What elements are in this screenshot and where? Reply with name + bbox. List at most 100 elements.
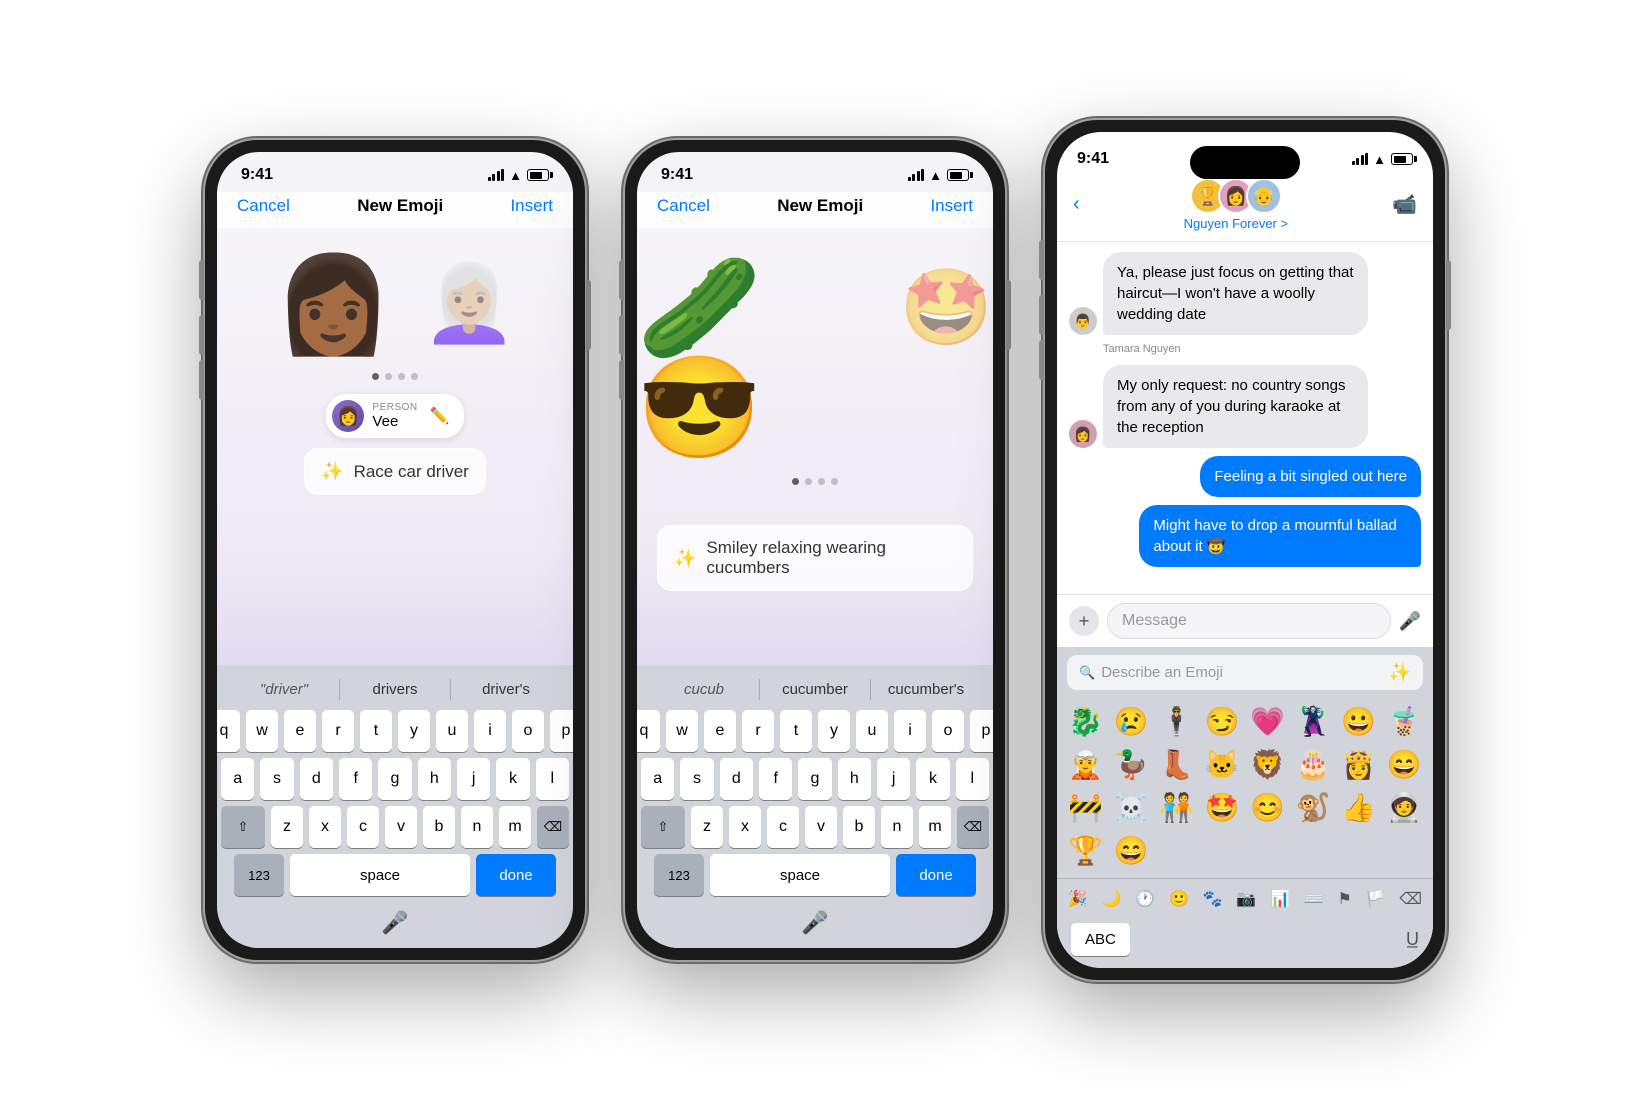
key-i[interactable]: i: [474, 710, 506, 752]
key2-k[interactable]: k: [916, 758, 949, 800]
key2-y[interactable]: y: [818, 710, 850, 752]
key2-done[interactable]: done: [896, 854, 976, 896]
kb-tool-3[interactable]: 🕐: [1131, 885, 1159, 913]
pred-1-2[interactable]: drivers: [340, 677, 450, 702]
emoji-cell-12[interactable]: 🐱: [1202, 745, 1244, 784]
insert-button-1[interactable]: Insert: [510, 196, 553, 216]
key-v[interactable]: v: [385, 806, 417, 848]
key-y[interactable]: y: [398, 710, 430, 752]
key-k[interactable]: k: [496, 758, 529, 800]
key2-f[interactable]: f: [759, 758, 792, 800]
emoji-cell-4[interactable]: 😏: [1202, 702, 1244, 741]
key2-p[interactable]: p: [970, 710, 993, 752]
key-h[interactable]: h: [418, 758, 451, 800]
key-e[interactable]: e: [284, 710, 316, 752]
back-button[interactable]: ‹: [1073, 193, 1080, 216]
emoji-cell-9[interactable]: 🧝: [1065, 745, 1107, 784]
key2-i[interactable]: i: [894, 710, 926, 752]
key-delete[interactable]: ⌫: [537, 806, 569, 848]
key2-shift[interactable]: ⇧: [641, 806, 685, 848]
key-z[interactable]: z: [271, 806, 303, 848]
key2-d[interactable]: d: [720, 758, 753, 800]
key-s[interactable]: s: [260, 758, 293, 800]
key-space[interactable]: space: [290, 854, 470, 896]
key2-q[interactable]: q: [637, 710, 660, 752]
key2-e[interactable]: e: [704, 710, 736, 752]
key2-x[interactable]: x: [729, 806, 761, 848]
key-c[interactable]: c: [347, 806, 379, 848]
key-d[interactable]: d: [300, 758, 333, 800]
abc-key[interactable]: ABC: [1071, 923, 1130, 956]
pred-1-1[interactable]: "driver": [229, 677, 339, 702]
emoji-cell-7[interactable]: 😀: [1338, 702, 1380, 741]
key2-m[interactable]: m: [919, 806, 951, 848]
message-input[interactable]: Message: [1107, 603, 1391, 639]
emoji-cell-8[interactable]: 🧋: [1384, 702, 1426, 741]
emoji-cell-18[interactable]: ☠️: [1111, 788, 1153, 827]
key-b[interactable]: b: [423, 806, 455, 848]
emoji-cell-22[interactable]: 🐒: [1293, 788, 1335, 827]
emoji-cell-11[interactable]: 👢: [1156, 745, 1198, 784]
key-a[interactable]: a: [221, 758, 254, 800]
key-n[interactable]: n: [461, 806, 493, 848]
emoji-search-row[interactable]: 🔍 Describe an Emoji ✨: [1067, 655, 1423, 690]
emoji-cell-13[interactable]: 🦁: [1247, 745, 1289, 784]
emoji-cell-6[interactable]: 🦹: [1293, 702, 1335, 741]
key-shift[interactable]: ⇧: [221, 806, 265, 848]
emoji-cell-2[interactable]: 😢: [1111, 702, 1153, 741]
emoji-cell-15[interactable]: 👸: [1338, 745, 1380, 784]
key-o[interactable]: o: [512, 710, 544, 752]
key-l[interactable]: l: [536, 758, 569, 800]
emoji-cell-25[interactable]: 🏆: [1065, 831, 1107, 870]
key2-l[interactable]: l: [956, 758, 989, 800]
key-done[interactable]: done: [476, 854, 556, 896]
emoji-cell-10[interactable]: 🦆: [1111, 745, 1153, 784]
emoji-cell-5[interactable]: 💗: [1247, 702, 1289, 741]
key-q[interactable]: q: [217, 710, 240, 752]
pred-2-3[interactable]: cucumber's: [871, 677, 981, 702]
emoji-cell-17[interactable]: 🚧: [1065, 788, 1107, 827]
key-r[interactable]: r: [322, 710, 354, 752]
kb-tool-2[interactable]: 🌙: [1098, 885, 1126, 913]
emoji-cell-3[interactable]: 🕴️: [1156, 702, 1198, 741]
emoji-search-input-1[interactable]: ✨ Race car driver: [304, 448, 486, 495]
key2-b[interactable]: b: [843, 806, 875, 848]
insert-button-2[interactable]: Insert: [930, 196, 973, 216]
key-p[interactable]: p: [550, 710, 573, 752]
key2-j[interactable]: j: [877, 758, 910, 800]
key-t[interactable]: t: [360, 710, 392, 752]
pred-2-1[interactable]: cucub: [649, 677, 759, 702]
pred-2-2[interactable]: cucumber: [760, 677, 870, 702]
emoji-cell-24[interactable]: 🧑‍🚀: [1384, 788, 1426, 827]
key-w[interactable]: w: [246, 710, 278, 752]
mic-input-icon[interactable]: 🎤: [1399, 611, 1421, 632]
emoji-cell-21[interactable]: 😊: [1247, 788, 1289, 827]
video-call-icon[interactable]: 📹: [1392, 192, 1417, 217]
key2-z[interactable]: z: [691, 806, 723, 848]
key2-u[interactable]: u: [856, 710, 888, 752]
kb-tool-10[interactable]: 🏳️: [1362, 885, 1390, 913]
key2-g[interactable]: g: [798, 758, 831, 800]
person-tag-1[interactable]: 👩 PERSON Vee ✏️: [326, 394, 463, 438]
add-button[interactable]: +: [1069, 606, 1099, 636]
underline-icon[interactable]: U̲: [1406, 929, 1419, 950]
key-j[interactable]: j: [457, 758, 490, 800]
emoji-sparkle-icon[interactable]: ✨: [1389, 662, 1411, 683]
key2-h[interactable]: h: [838, 758, 871, 800]
group-name[interactable]: Nguyen Forever >: [1184, 216, 1288, 231]
key2-o[interactable]: o: [932, 710, 964, 752]
key-num[interactable]: 123: [234, 854, 284, 896]
kb-tool-1[interactable]: 🎉: [1064, 885, 1092, 913]
emoji-cell-23[interactable]: 👍: [1338, 788, 1380, 827]
key-f[interactable]: f: [339, 758, 372, 800]
kb-tool-5[interactable]: 🐾: [1199, 885, 1227, 913]
mic-icon-2[interactable]: 🎤: [801, 910, 828, 936]
key-g[interactable]: g: [378, 758, 411, 800]
key2-v[interactable]: v: [805, 806, 837, 848]
kb-tool-6[interactable]: 📷: [1232, 885, 1260, 913]
key2-w[interactable]: w: [666, 710, 698, 752]
cancel-button-2[interactable]: Cancel: [657, 196, 710, 216]
cancel-button-1[interactable]: Cancel: [237, 196, 290, 216]
emoji-cell-16[interactable]: 😄: [1384, 745, 1426, 784]
key2-space[interactable]: space: [710, 854, 890, 896]
